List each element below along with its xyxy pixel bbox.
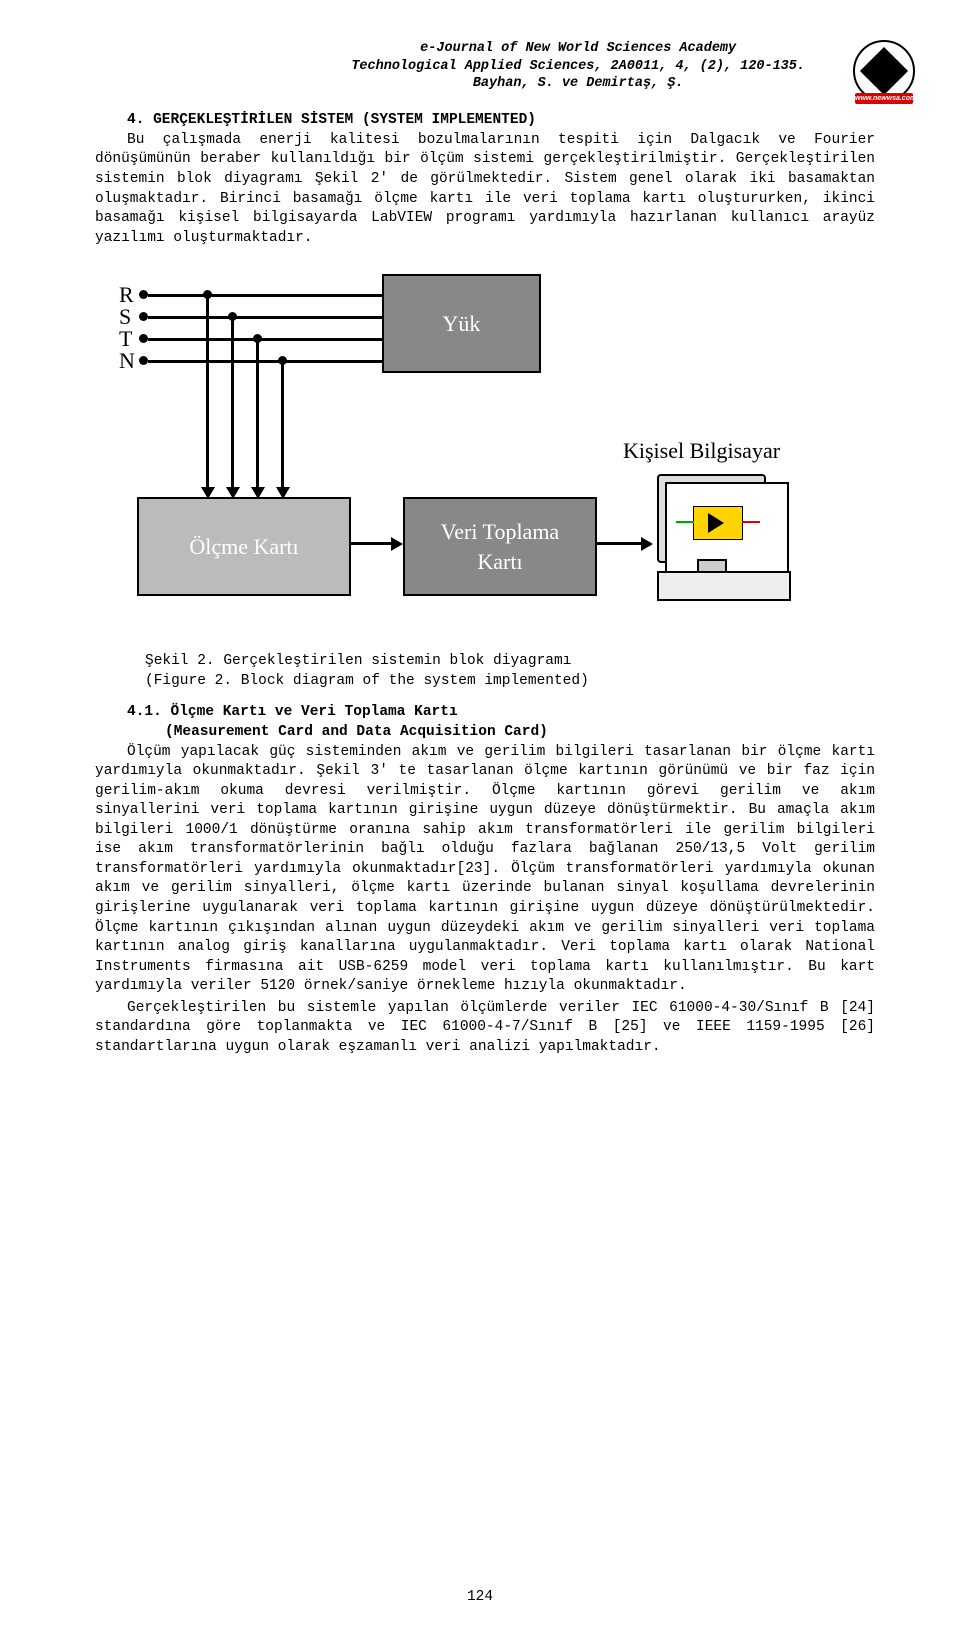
header-line-3: Bayhan, S. ve Demirtaş, Ş.	[351, 75, 805, 93]
pc-icon	[657, 474, 797, 604]
page-number: 124	[0, 1588, 960, 1608]
header-text: e-Journal of New World Sciences Academy …	[351, 40, 805, 93]
section-4-title: 4. GERÇEKLEŞTİRİLEN SİSTEM (SYSTEM IMPLE…	[95, 111, 875, 131]
journal-logo: www.newwsa.com	[853, 40, 915, 102]
subsection-4-1-subtitle: (Measurement Card and Data Acquisition C…	[95, 723, 875, 743]
subsection-4-1-title: 4.1. Ölçme Kartı ve Veri Toplama Kartı	[95, 703, 875, 723]
yuk-box: Yük	[382, 274, 541, 373]
header-line-1: e-Journal of New World Sciences Academy	[351, 40, 805, 58]
olcme-karti-box: Ölçme Kartı	[137, 497, 351, 596]
figure-2-caption-line1: Şekil 2. Gerçekleştirilen sistemin blok …	[95, 652, 875, 672]
figure-2-diagram: R S T N Yük Ölçme Kartı	[115, 264, 815, 644]
pc-label: Kişisel Bilgisayar	[623, 436, 780, 466]
header-line-2: Technological Applied Sciences, 2A0011, …	[351, 58, 805, 76]
section-4-paragraph: Bu çalışmada enerji kalitesi bozulmaları…	[95, 131, 875, 248]
figure-2-caption-line2: (Figure 2. Block diagram of the system i…	[95, 672, 875, 692]
logo-url: www.newwsa.com	[855, 93, 913, 104]
wire-labels: R S T N	[119, 284, 135, 372]
page-header: e-Journal of New World Sciences Academy …	[95, 40, 875, 93]
subsection-4-1-p1: Ölçüm yapılacak güç sisteminden akım ve …	[95, 743, 875, 997]
page: e-Journal of New World Sciences Academy …	[0, 0, 960, 1648]
veri-toplama-box: Veri Toplama Kartı	[403, 497, 597, 596]
subsection-4-1-p2: Gerçekleştirilen bu sistemle yapılan ölç…	[95, 999, 875, 1058]
